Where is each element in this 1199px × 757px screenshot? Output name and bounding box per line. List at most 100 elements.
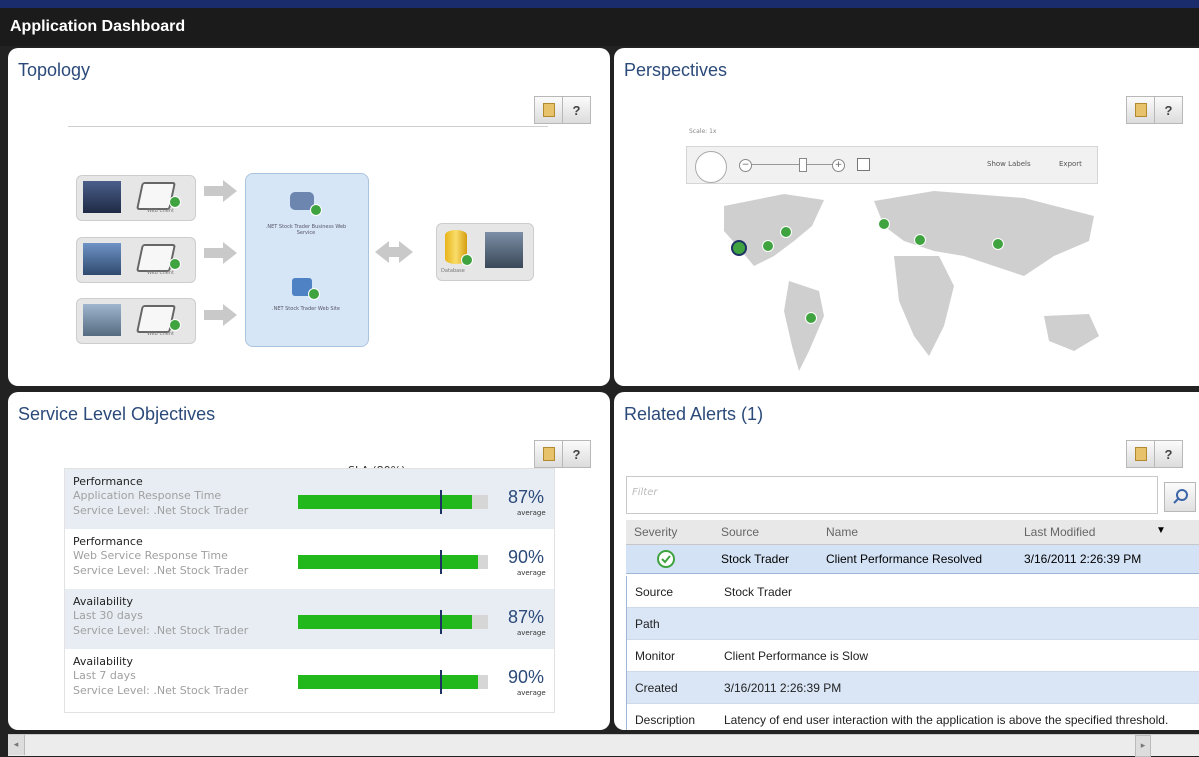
slo-metric: Last 7 days	[73, 669, 136, 682]
detail-value: Client Performance is Slow	[724, 649, 869, 663]
detail-value: Latency of end user interaction with the…	[724, 713, 1169, 727]
top-stripe	[0, 0, 1199, 8]
zoom-in-button[interactable]: +	[832, 159, 845, 172]
slo-bar-fill	[298, 615, 472, 629]
slo-bar-fill	[298, 675, 478, 689]
properties-button[interactable]	[1127, 97, 1154, 123]
filter-input[interactable]: Filter	[626, 476, 1158, 514]
map-ok-marker[interactable]	[731, 240, 747, 256]
slo-row[interactable]: Availability Last 7 days Service Level: …	[65, 649, 554, 709]
export-link[interactable]: Export	[1059, 160, 1082, 168]
alerts-title: Related Alerts (1)	[624, 404, 764, 424]
properties-button[interactable]	[1127, 441, 1154, 467]
help-button[interactable]: ?	[1154, 97, 1182, 123]
search-button[interactable]	[1164, 482, 1196, 512]
map-ok-marker[interactable]	[992, 238, 1004, 250]
database-node[interactable]: Database	[436, 223, 534, 281]
document-icon	[1134, 447, 1147, 461]
detail-key: Monitor	[635, 649, 676, 663]
slo-title: Service Level Objectives	[18, 404, 216, 424]
detail-row-created: Created 3/16/2011 2:26:39 PM	[627, 672, 1199, 704]
detail-value: 3/16/2011 2:26:39 PM	[724, 681, 842, 695]
zoom-out-button[interactable]: −	[739, 159, 752, 172]
slo-average-label: average	[517, 509, 546, 517]
slo-row[interactable]: Performance Application Response Time Se…	[65, 469, 554, 529]
slo-title-text: Performance	[73, 535, 143, 548]
help-icon: ?	[572, 446, 581, 462]
service-label: .NET Stock Trader Business Web Service	[265, 224, 347, 236]
web-client-1[interactable]: Web Client	[76, 175, 196, 221]
slo-percent: 90%	[508, 547, 545, 567]
slo-toolbar: ?	[534, 440, 591, 468]
perspectives-panel: Perspectives ? Scale: 1x − + Show Labels…	[614, 48, 1199, 386]
zoom-slider[interactable]	[799, 158, 807, 172]
statue-photo	[83, 181, 121, 213]
africa	[894, 256, 954, 356]
sla-marker	[440, 670, 442, 694]
map-toolbar: − + Show Labels Export	[686, 146, 1098, 184]
map-ok-marker[interactable]	[914, 234, 926, 246]
app-title: Application Dashboard	[10, 18, 186, 35]
show-labels-link[interactable]: Show Labels	[987, 160, 1031, 168]
city-photo	[485, 232, 523, 268]
slo-row[interactable]: Performance Web Service Response Time Se…	[65, 529, 554, 589]
sla-marker	[440, 490, 442, 514]
slo-bar	[298, 550, 488, 574]
map-ok-marker[interactable]	[878, 218, 890, 230]
south-america	[784, 281, 824, 371]
alert-source: Stock Trader	[721, 552, 790, 566]
map-ok-marker[interactable]	[762, 240, 774, 252]
slo-metric: Web Service Response Time	[73, 549, 228, 562]
pan-control[interactable]	[695, 151, 727, 183]
help-button[interactable]: ?	[562, 97, 590, 123]
scroll-right-button[interactable]: ▸	[1135, 735, 1151, 757]
sla-marker	[440, 610, 442, 634]
detail-row-description: Description Latency of end user interacti…	[627, 704, 1199, 730]
slo-bar	[298, 670, 488, 694]
document-icon	[542, 103, 555, 117]
col-source[interactable]: Source	[721, 525, 759, 539]
slo-average-label: average	[517, 689, 546, 697]
map-ok-marker[interactable]	[805, 312, 817, 324]
ok-status-icon	[169, 319, 181, 331]
web-client-3[interactable]: Web Client	[76, 298, 196, 344]
help-button[interactable]: ?	[562, 441, 590, 467]
service-box[interactable]: .NET Stock Trader Business Web Service .…	[245, 173, 369, 347]
detail-row-source: Source Stock Trader	[627, 576, 1199, 608]
sort-down-icon[interactable]: ▼	[1156, 525, 1166, 536]
sla-marker	[440, 550, 442, 574]
perspectives-toolbar: ?	[1126, 96, 1183, 124]
properties-button[interactable]	[535, 441, 562, 467]
fit-view-button[interactable]	[857, 158, 870, 171]
col-name[interactable]: Name	[826, 525, 858, 539]
alert-row[interactable]: Stock Trader Client Performance Resolved…	[626, 545, 1199, 574]
ok-status-icon	[169, 258, 181, 270]
slo-service-level: Service Level: .Net Stock Trader	[73, 624, 249, 637]
topology-toolbar: ?	[534, 96, 591, 124]
help-button[interactable]: ?	[1154, 441, 1182, 467]
scroll-left-button[interactable]: ◂	[8, 735, 25, 755]
detail-value: Stock Trader	[724, 585, 793, 599]
col-severity[interactable]: Severity	[634, 525, 677, 539]
database-label: Database	[441, 268, 465, 274]
detail-row-path: Path	[627, 608, 1199, 640]
col-last-modified[interactable]: Last Modified	[1024, 525, 1095, 539]
detail-row-monitor: Monitor Client Performance is Slow	[627, 640, 1199, 672]
ok-status-icon	[310, 204, 322, 216]
slo-row[interactable]: Availability Last 30 days Service Level:…	[65, 589, 554, 649]
slo-percent: 87%	[508, 607, 545, 627]
slo-service-level: Service Level: .Net Stock Trader	[73, 564, 249, 577]
properties-button[interactable]	[535, 97, 562, 123]
grid-header: Severity Source Name Last Modified ▼	[626, 520, 1199, 545]
slo-title-text: Performance	[73, 475, 143, 488]
map-ok-marker[interactable]	[780, 226, 792, 238]
topology-panel: Topology ? Web Client Web Client Web Cli…	[8, 48, 610, 386]
detail-key: Source	[635, 585, 674, 599]
client-label: Web Client	[147, 270, 174, 276]
slo-average-label: average	[517, 569, 546, 577]
web-client-2[interactable]: Web Client	[76, 237, 196, 283]
ok-status-icon	[461, 254, 473, 266]
alert-name: Client Performance Resolved	[826, 552, 983, 566]
horizontal-scrollbar[interactable]: ◂ ▸	[8, 734, 1199, 757]
slo-title-text: Availability	[73, 655, 133, 668]
